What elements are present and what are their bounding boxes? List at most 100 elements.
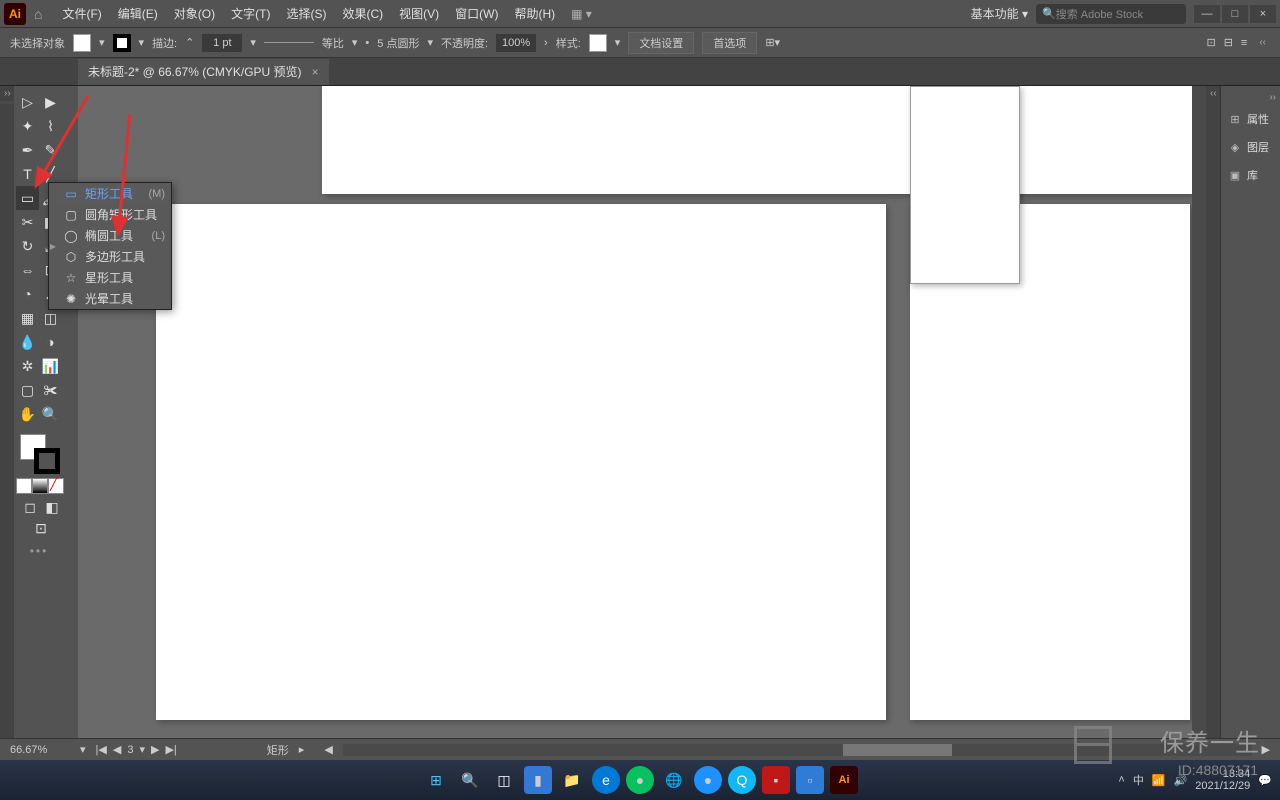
blend-tool[interactable]: ◑ bbox=[39, 330, 62, 354]
illustrator-taskbar[interactable]: Ai bbox=[830, 766, 858, 794]
vertical-scrollbar[interactable] bbox=[1192, 86, 1206, 738]
window-minimize[interactable]: — bbox=[1194, 5, 1220, 23]
doc-setup-button[interactable]: 文档设置 bbox=[628, 32, 694, 54]
color-mode-color[interactable] bbox=[16, 478, 32, 494]
panel-properties[interactable]: ⊞属性 bbox=[1221, 105, 1280, 133]
magic-wand-tool[interactable]: ✦ bbox=[16, 114, 39, 138]
eyedropper-tool[interactable]: 💧 bbox=[16, 330, 39, 354]
type-tool[interactable]: T bbox=[16, 162, 39, 186]
artboard-drop[interactable]: ▾ bbox=[139, 743, 145, 756]
flyout-rectangle[interactable]: ▭矩形工具(M) bbox=[57, 183, 171, 204]
menu-edit[interactable]: 编辑(E) bbox=[110, 1, 166, 26]
window-maximize[interactable]: □ bbox=[1222, 5, 1248, 23]
menu-file[interactable]: 文件(F) bbox=[54, 1, 109, 26]
direct-selection-tool[interactable]: ▶ bbox=[39, 90, 62, 114]
draw-normal[interactable]: ◻ bbox=[20, 498, 40, 516]
hscroll-left[interactable]: ◀ bbox=[324, 743, 332, 756]
menu-effect[interactable]: 效果(C) bbox=[334, 1, 391, 26]
stroke-weight-drop[interactable]: ▾ bbox=[250, 36, 256, 49]
notifications[interactable]: 💬 bbox=[1258, 774, 1272, 787]
task-view[interactable]: ◫ bbox=[490, 766, 518, 794]
stroke-swatch[interactable] bbox=[113, 34, 131, 52]
expand-panels-icon[interactable]: ›› bbox=[1221, 90, 1280, 105]
edge-browser[interactable]: e bbox=[592, 766, 620, 794]
arrange-icon[interactable]: ⊟ bbox=[1224, 36, 1233, 49]
curvature-tool[interactable]: ✎ bbox=[39, 138, 62, 162]
artboard-2[interactable] bbox=[910, 86, 1020, 284]
close-tab-icon[interactable]: × bbox=[312, 65, 319, 79]
arrange-docs-icon[interactable]: ▦ ▾ bbox=[571, 7, 592, 21]
last-artboard[interactable]: ▶| bbox=[165, 743, 176, 756]
horizontal-scrollbar[interactable] bbox=[343, 744, 1252, 756]
wechat[interactable]: ● bbox=[626, 766, 654, 794]
style-swatch[interactable] bbox=[589, 34, 607, 52]
prev-artboard[interactable]: ◀ bbox=[113, 743, 121, 756]
profile-swatch[interactable] bbox=[264, 42, 314, 43]
edit-toolbar[interactable]: ••• bbox=[16, 544, 62, 558]
color-mode-gradient[interactable] bbox=[32, 478, 48, 494]
opacity-input[interactable] bbox=[496, 34, 536, 52]
stroke-dropdown[interactable]: ▾ bbox=[139, 36, 145, 49]
zoom-level[interactable]: 66.67% bbox=[10, 744, 70, 756]
symbol-sprayer-tool[interactable]: ✲ bbox=[16, 354, 39, 378]
menu-view[interactable]: 视图(V) bbox=[391, 1, 447, 26]
transform-icon[interactable]: ⊡ bbox=[1206, 36, 1215, 49]
options-menu-icon[interactable]: ≡ bbox=[1241, 37, 1247, 49]
shape-builder-tool[interactable]: ◔ bbox=[16, 282, 39, 306]
width-tool[interactable]: ⇔ bbox=[16, 258, 39, 282]
graph-tool[interactable]: 📊 bbox=[39, 354, 62, 378]
chrome-browser[interactable]: 🌐 bbox=[660, 766, 688, 794]
taskbar-app-3[interactable]: ▪ bbox=[762, 766, 790, 794]
canvas[interactable] bbox=[78, 86, 1206, 738]
next-artboard[interactable]: ▶ bbox=[151, 743, 159, 756]
hand-tool[interactable]: ✋ bbox=[16, 402, 39, 426]
artboard-3[interactable] bbox=[156, 204, 886, 720]
lasso-tool[interactable]: ⌇ bbox=[39, 114, 62, 138]
pen-tool[interactable]: ✒ bbox=[16, 138, 39, 162]
stroke-weight-input[interactable] bbox=[202, 34, 242, 52]
workspace-switcher[interactable]: 基本功能 ▾ bbox=[971, 5, 1028, 22]
taskbar-app-2[interactable]: ● bbox=[694, 766, 722, 794]
align-icon[interactable]: ⊞▾ bbox=[765, 36, 780, 49]
fill-dropdown[interactable]: ▾ bbox=[99, 36, 105, 49]
file-explorer[interactable]: 📁 bbox=[558, 766, 586, 794]
panel-layers[interactable]: ◈图层 bbox=[1221, 133, 1280, 161]
home-icon[interactable]: ⌂ bbox=[34, 6, 42, 22]
clock-date[interactable]: 2021/12/29 bbox=[1195, 780, 1250, 792]
profile-drop[interactable]: ▾ bbox=[352, 36, 358, 49]
taskbar-app-4[interactable]: ▫ bbox=[796, 766, 824, 794]
draw-behind[interactable]: ◧ bbox=[42, 498, 62, 516]
slice-tool[interactable]: ✀ bbox=[39, 378, 62, 402]
shaper-tool[interactable]: ✂ bbox=[16, 210, 39, 234]
artboard-tool[interactable]: ▢ bbox=[16, 378, 39, 402]
opacity-drop[interactable]: › bbox=[544, 37, 548, 49]
flyout-polygon[interactable]: ⬡多边形工具 bbox=[57, 246, 171, 267]
menu-select[interactable]: 选择(S) bbox=[278, 1, 334, 26]
ime-indicator[interactable]: 中 bbox=[1133, 772, 1144, 788]
first-artboard[interactable]: |◀ bbox=[96, 743, 107, 756]
brush-drop[interactable]: ▾ bbox=[427, 36, 433, 49]
panel-libraries[interactable]: ▣库 bbox=[1221, 161, 1280, 189]
menu-type[interactable]: 文字(T) bbox=[223, 1, 278, 26]
flyout-star[interactable]: ☆星形工具 bbox=[57, 267, 171, 288]
window-close[interactable]: × bbox=[1250, 5, 1276, 23]
tearoff-handle[interactable]: ▸ bbox=[49, 183, 57, 309]
taskbar-search[interactable]: 🔍 bbox=[456, 766, 484, 794]
status-menu[interactable]: ▸ bbox=[299, 743, 305, 756]
qq[interactable]: Q bbox=[728, 766, 756, 794]
network-icon[interactable]: 📶 bbox=[1152, 774, 1166, 787]
menu-object[interactable]: 对象(O) bbox=[166, 1, 223, 26]
stroke-color[interactable] bbox=[34, 448, 60, 474]
taskbar-app-1[interactable]: ▮ bbox=[524, 766, 552, 794]
tray-expand[interactable]: ˄ bbox=[1118, 774, 1124, 786]
style-drop[interactable]: ▾ bbox=[615, 36, 621, 49]
menu-window[interactable]: 窗口(W) bbox=[447, 1, 506, 26]
menu-help[interactable]: 帮助(H) bbox=[506, 1, 563, 26]
color-mode-none[interactable]: ╱ bbox=[48, 478, 64, 494]
collapse-panels[interactable]: ‹‹ bbox=[1206, 86, 1220, 101]
preferences-button[interactable]: 首选项 bbox=[702, 32, 757, 54]
fill-swatch[interactable] bbox=[73, 34, 91, 52]
flyout-flare[interactable]: ✺光晕工具 bbox=[57, 288, 171, 309]
artboard-1[interactable] bbox=[322, 86, 1192, 194]
flyout-ellipse[interactable]: ◯椭圆工具(L) bbox=[57, 225, 171, 246]
